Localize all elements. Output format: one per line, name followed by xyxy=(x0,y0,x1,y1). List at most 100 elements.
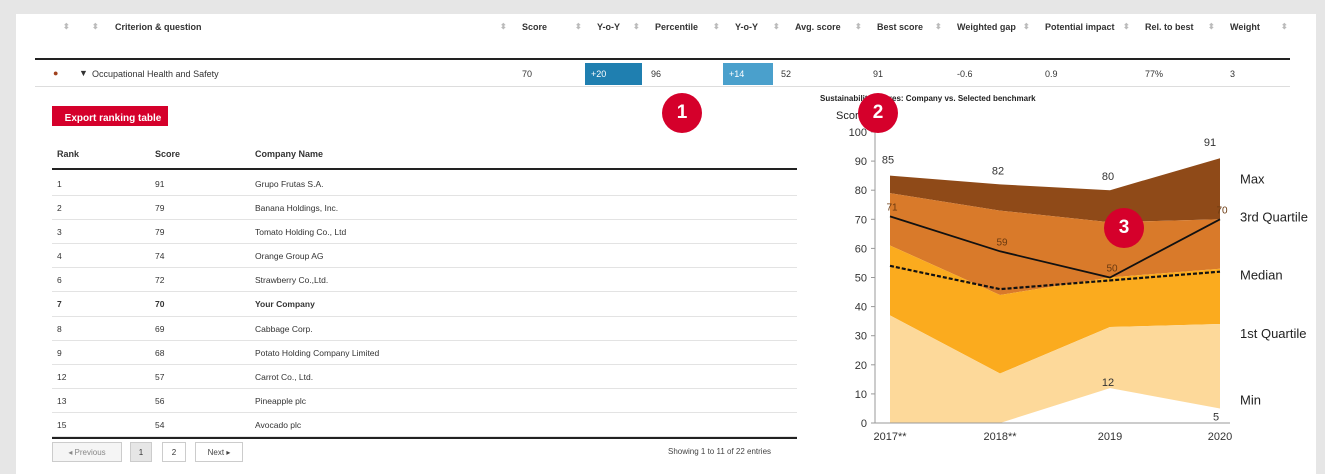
rank-cell: 3 xyxy=(57,227,62,238)
sort-icon[interactable]: ⬍ xyxy=(1281,22,1288,31)
ranking-table: 1 91 Grupo Frutas S.A. 2 79 Banana Holdings, … xyxy=(52,172,797,438)
company-name-cell: Carrot Co., Ltd. xyxy=(255,371,314,382)
row-divider xyxy=(35,86,1290,87)
next-page-button[interactable]: Next ▸ xyxy=(195,442,243,462)
col-yoy-percentile[interactable]: Y-o-Y xyxy=(735,22,758,32)
page-2-button[interactable]: 2 xyxy=(162,442,186,462)
criteria-table-header: ⬍ ⬍ Criterion & question ⬍ Score ⬍ Y-o-Y… xyxy=(35,22,1295,36)
legend-label: Min xyxy=(1240,393,1261,408)
score-cell: 79 xyxy=(155,203,165,214)
criterion-avg-score: 52 xyxy=(781,69,792,79)
company-data-label: 71 xyxy=(886,202,898,213)
col-percentile[interactable]: Percentile xyxy=(655,22,698,32)
table-row: 7 70 Your Company xyxy=(52,292,797,317)
sort-icon[interactable]: ⬍ xyxy=(773,22,780,31)
sort-icon[interactable]: ⬍ xyxy=(1123,22,1130,31)
max-data-label: 85 xyxy=(882,155,894,167)
rank-cell: 12 xyxy=(57,371,67,382)
y-tick-label: 40 xyxy=(855,302,867,314)
sort-icon[interactable]: ⬍ xyxy=(63,22,70,31)
score-cell: 79 xyxy=(155,227,165,238)
percentile-yoy-value: +14 xyxy=(729,69,745,79)
company-name-cell: Your Company xyxy=(255,299,315,310)
rank-cell: 9 xyxy=(57,347,62,358)
col-potential-impact[interactable]: Potential impact xyxy=(1045,22,1115,32)
table-row: 12 57 Carrot Co., Ltd. xyxy=(52,365,797,389)
table-row: 6 72 Strawberry Co.,Ltd. xyxy=(52,268,797,293)
col-rel-to-best[interactable]: Rel. to best xyxy=(1145,22,1194,32)
criterion-best-score: 91 xyxy=(873,69,884,79)
col-company-name[interactable]: Company Name xyxy=(255,149,323,159)
previous-page-button[interactable]: ◂ Previous xyxy=(52,442,122,462)
table-row: 13 56 Pineapple plc xyxy=(52,389,797,413)
col-avg-score[interactable]: Avg. score xyxy=(795,22,841,32)
company-name-cell: Cabbage Corp. xyxy=(255,323,313,334)
company-data-label: 50 xyxy=(1106,264,1118,275)
sort-icon[interactable]: ⬍ xyxy=(575,22,582,31)
sort-icon[interactable]: ⬍ xyxy=(92,22,99,31)
table-row: 2 79 Banana Holdings, Inc. xyxy=(52,196,797,221)
company-data-label: 59 xyxy=(996,237,1008,248)
score-cell: 57 xyxy=(155,371,165,382)
min-data-label: 5 xyxy=(1213,411,1219,423)
marker-1: 1 xyxy=(662,93,702,133)
score-cell: 56 xyxy=(155,395,165,406)
y-tick-label: 50 xyxy=(855,273,867,285)
ranking-header-divider xyxy=(52,168,797,170)
sort-icon[interactable]: ⬍ xyxy=(500,22,507,31)
x-tick-label: 2018** xyxy=(983,431,1017,443)
company-name-cell: Potato Holding Company Limited xyxy=(255,347,380,358)
rank-cell: 6 xyxy=(57,275,62,286)
company-name-cell: Pineapple plc xyxy=(255,395,307,406)
company-name-cell: Grupo Frutas S.A. xyxy=(255,179,324,189)
table-row: 1 91 Grupo Frutas S.A. xyxy=(52,172,797,197)
rank-cell: 7 xyxy=(57,299,62,310)
y-tick-label: 0 xyxy=(861,418,867,430)
col-yoy[interactable]: Y-o-Y xyxy=(597,22,620,32)
benchmark-chart: 0 10 20 30 40 50 60 70 80 90 100 85 82 80 91 71 59 50 70 12… xyxy=(849,127,1308,443)
score-cell: 74 xyxy=(155,251,165,262)
criterion-score: 70 xyxy=(522,69,533,79)
sort-icon[interactable]: ⬍ xyxy=(1023,22,1030,31)
score-cell: 72 xyxy=(155,275,165,286)
rank-cell: 1 xyxy=(57,179,62,189)
sort-icon[interactable]: ⬍ xyxy=(1208,22,1215,31)
criterion-percentile: 96 xyxy=(651,69,662,79)
y-tick-label: 10 xyxy=(855,389,867,401)
ranking-table-header: Rank Score Company Name xyxy=(52,149,797,163)
company-name-cell: Strawberry Co.,Ltd. xyxy=(255,275,329,286)
sort-icon[interactable]: ⬍ xyxy=(855,22,862,31)
criterion-potential-impact: 0.9 xyxy=(1045,69,1058,79)
page-1-button[interactable]: 1 xyxy=(130,442,152,462)
marker-2: 2 xyxy=(858,93,898,133)
legend-label: 3rd Quartile xyxy=(1240,209,1308,224)
header-divider xyxy=(35,58,1290,60)
score-yoy-cell: +20 xyxy=(585,63,642,85)
company-name-cell: Orange Group AG xyxy=(255,251,324,262)
y-tick-label: 60 xyxy=(855,243,867,255)
col-score[interactable]: Score xyxy=(522,22,547,32)
y-tick-label: 30 xyxy=(855,331,867,343)
col-weight[interactable]: Weight xyxy=(1230,22,1260,32)
legend-label: Median xyxy=(1240,268,1283,283)
company-data-label: 70 xyxy=(1216,205,1228,216)
sort-icon[interactable]: ⬍ xyxy=(633,22,640,31)
col-weighted-gap[interactable]: Weighted gap xyxy=(957,22,1016,32)
col-rank[interactable]: Rank xyxy=(57,149,79,159)
criterion-row[interactable]: ● ▼ Occupational Health and Safety 70 +2… xyxy=(35,63,1295,85)
y-tick-label: 90 xyxy=(855,156,867,168)
criterion-rel-to-best: 77% xyxy=(1145,69,1164,79)
col-best-score[interactable]: Best score xyxy=(877,22,923,32)
bullet-icon: ● xyxy=(53,68,59,78)
export-ranking-table-button[interactable]: Export ranking table xyxy=(52,106,168,126)
max-data-label: 82 xyxy=(992,165,1004,177)
sort-icon[interactable]: ⬍ xyxy=(935,22,942,31)
expand-triangle-icon[interactable]: ▼ xyxy=(79,68,88,78)
sort-icon[interactable]: ⬍ xyxy=(713,22,720,31)
col-criterion[interactable]: Criterion & question xyxy=(115,22,202,32)
col-rank-score[interactable]: Score xyxy=(155,149,180,159)
rank-cell: 4 xyxy=(57,251,62,262)
legend-label: Max xyxy=(1240,172,1265,187)
y-tick-label: 100 xyxy=(849,127,867,139)
rank-cell: 13 xyxy=(57,395,67,406)
